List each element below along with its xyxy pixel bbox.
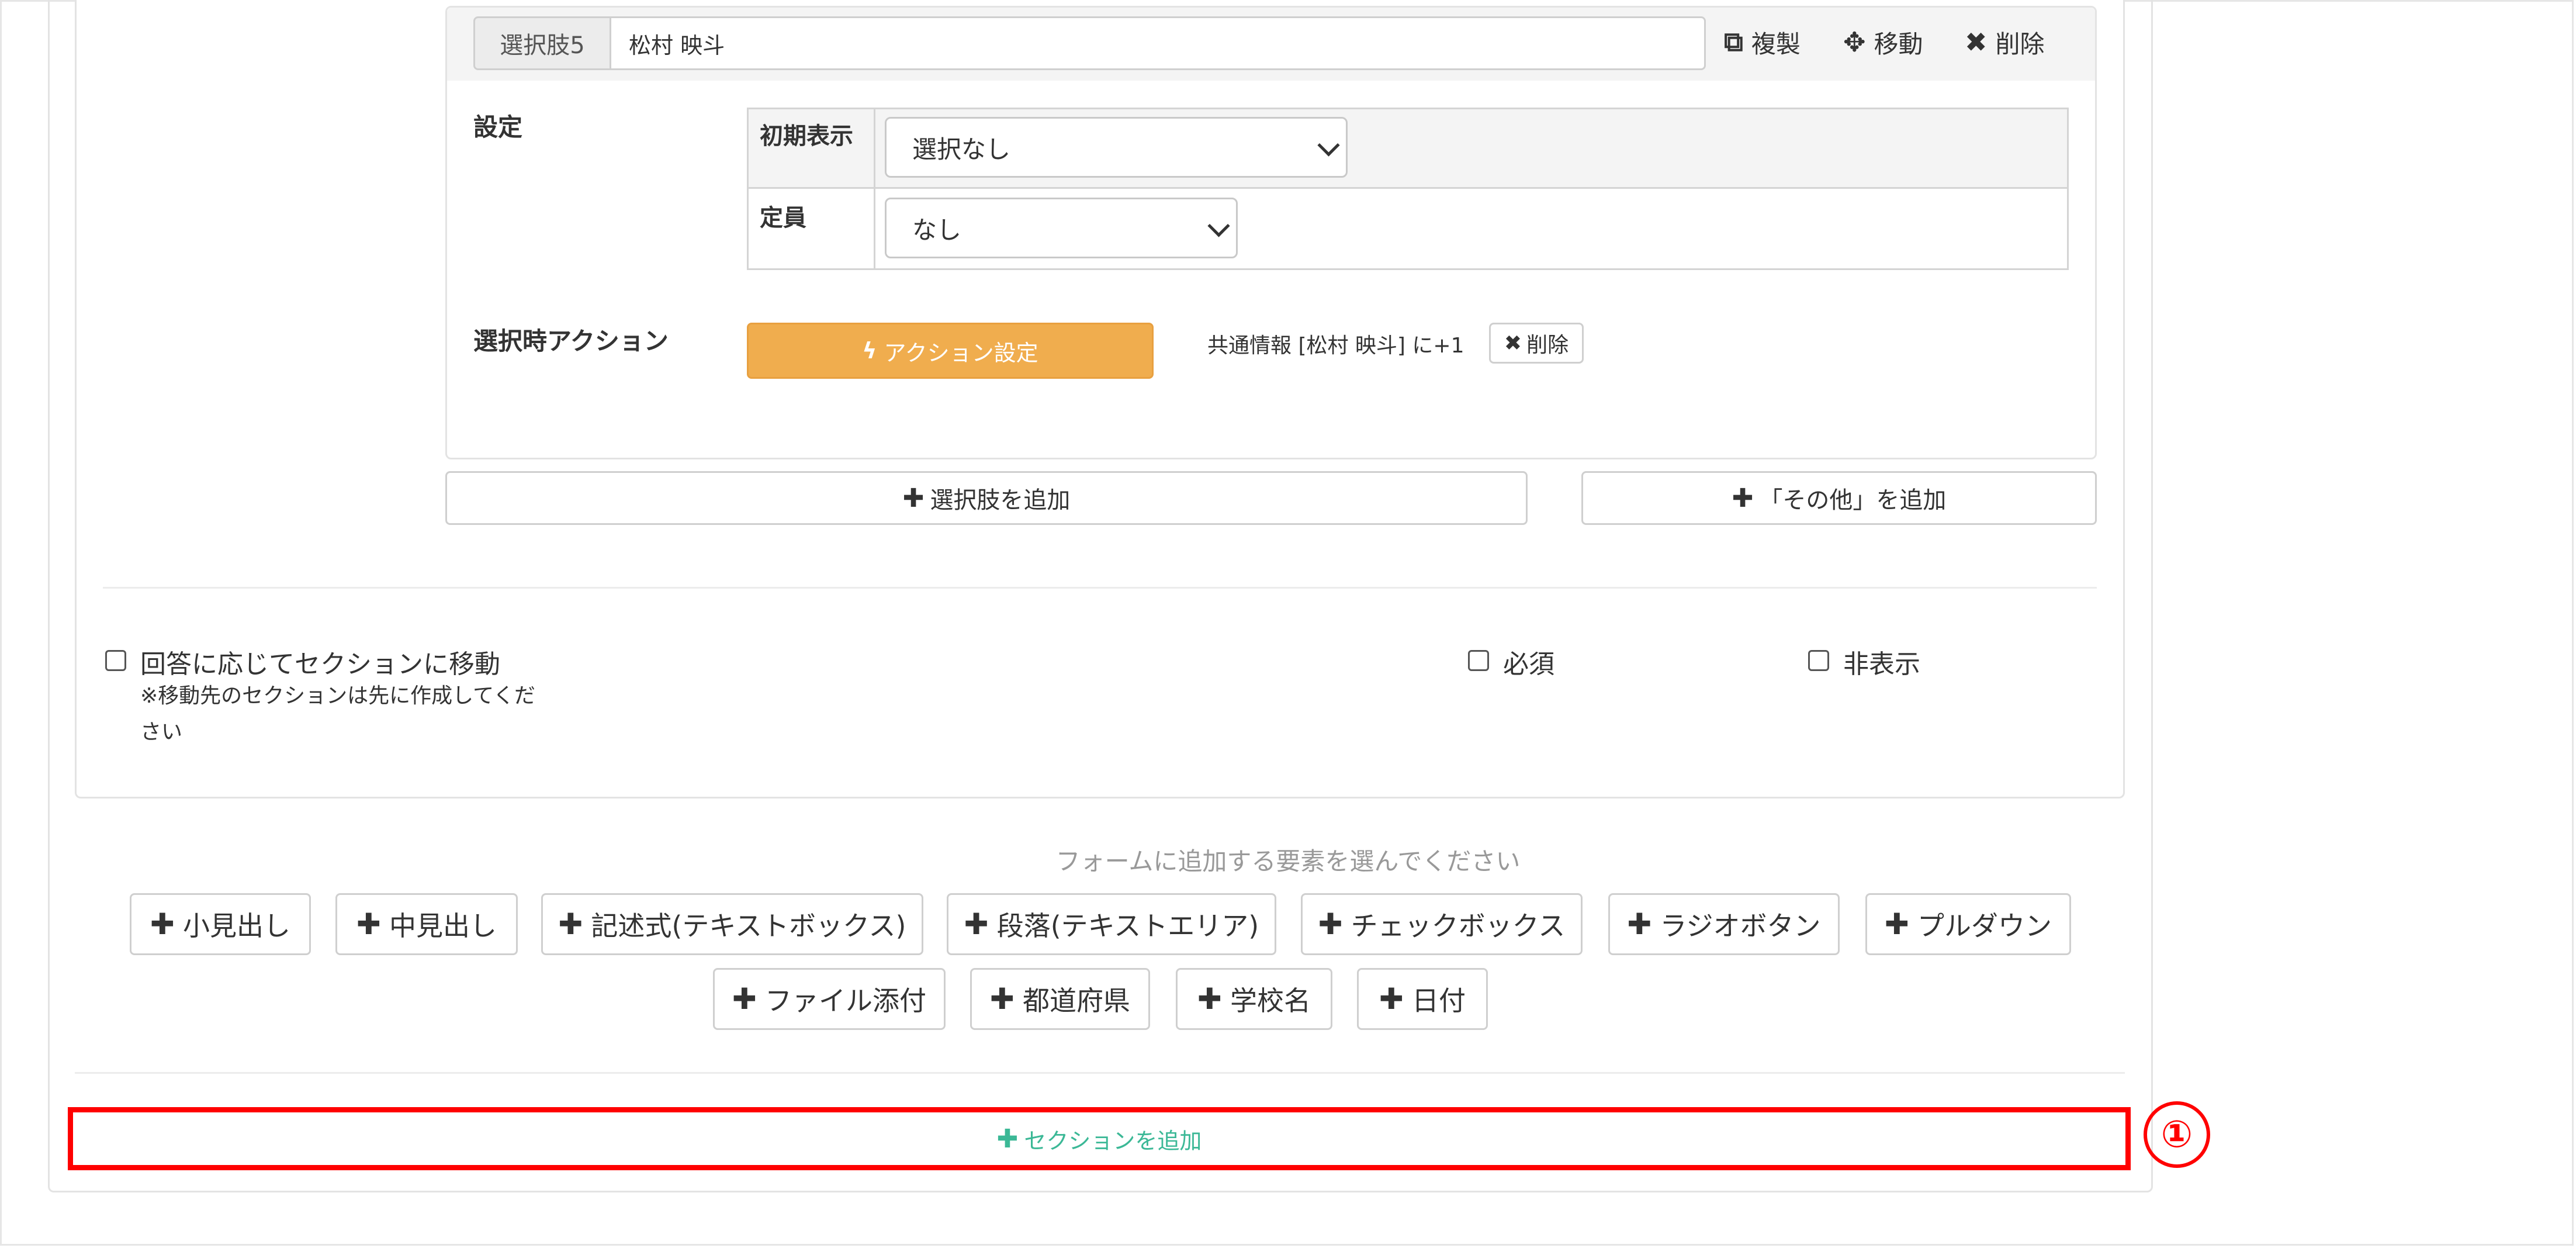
close-icon: ✖ (1965, 26, 1988, 58)
capacity-select[interactable]: なし (885, 198, 1238, 258)
plus-icon: ✚ (964, 907, 989, 941)
add-file-button[interactable]: ✚ ファイル添付 (713, 968, 946, 1030)
section-jump-checkbox[interactable] (105, 650, 126, 671)
plus-icon: ✚ (356, 907, 381, 941)
capacity-value: なし (912, 215, 962, 244)
close-icon: ✖ (1504, 331, 1522, 355)
duplicate-button[interactable]: ⧉ 複製 (1724, 23, 1801, 61)
capacity-label: 定員 (760, 205, 806, 231)
element-label: ラジオボタン (1660, 910, 1821, 942)
element-label: 日付 (1411, 985, 1466, 1017)
action-settings-button[interactable]: ϟ アクション設定 (747, 323, 1154, 379)
plus-icon: ✚ (732, 982, 757, 1016)
add-other-label: 「その他」を追加 (1759, 487, 1947, 514)
settings-label: 設定 (473, 113, 523, 141)
add-choice-button[interactable]: ✚ 選択肢を追加 (445, 471, 1528, 525)
initial-display-select[interactable]: 選択なし (885, 117, 1348, 178)
element-label: 記述式(テキストボックス) (591, 910, 906, 942)
copy-icon: ⧉ (1724, 26, 1743, 57)
add-radio-button[interactable]: ✚ ラジオボタン (1608, 893, 1840, 955)
action-settings-label: アクション設定 (884, 340, 1038, 366)
element-label: プルダウン (1917, 910, 2052, 942)
duplicate-label: 複製 (1751, 29, 1801, 58)
element-label: ファイル添付 (764, 985, 926, 1017)
plus-icon: ✚ (150, 907, 175, 941)
plus-icon: ✚ (558, 907, 583, 941)
required-checkbox[interactable] (1468, 650, 1489, 671)
required-label: 必須 (1503, 649, 1554, 679)
plus-icon: ✚ (902, 483, 925, 513)
bolt-icon: ϟ (862, 338, 877, 364)
hidden-checkbox[interactable] (1808, 650, 1829, 671)
delete-label: 削除 (1995, 29, 2045, 58)
plus-icon: ✚ (1318, 907, 1343, 941)
initial-display-value: 選択なし (912, 134, 1011, 164)
element-label: 都道府県 (1022, 985, 1130, 1017)
chevron-down-icon (1317, 134, 1340, 157)
add-date-button[interactable]: ✚ 日付 (1357, 968, 1488, 1030)
add-school-button[interactable]: ✚ 学校名 (1176, 968, 1332, 1030)
delete-choice-button[interactable]: ✖ 削除 (1965, 23, 2045, 61)
callout-marker: ① (2144, 1101, 2210, 1168)
add-section-button[interactable]: ✚ セクションを追加 (68, 1107, 2131, 1170)
plus-icon: ✚ (1197, 982, 1222, 1016)
add-pulldown-button[interactable]: ✚ プルダウン (1865, 893, 2071, 955)
plus-icon: ✚ (1885, 907, 1909, 941)
settings-divider (874, 108, 875, 270)
element-label: 学校名 (1230, 985, 1311, 1017)
add-subheading-medium-button[interactable]: ✚ 中見出し (335, 893, 518, 955)
element-label: 中見出し (389, 910, 497, 942)
plus-icon: ✚ (990, 982, 1015, 1016)
element-prompt: フォームに追加する要素を選んでください (1055, 847, 1521, 876)
element-label: 段落(テキストエリア) (996, 910, 1259, 942)
add-textarea-button[interactable]: ✚ 段落(テキストエリア) (947, 893, 1276, 955)
add-section-label: セクションを追加 (1024, 1128, 1202, 1154)
divider (75, 1072, 2125, 1074)
move-label: 移動 (1874, 29, 1923, 58)
move-button[interactable]: ✥ 移動 (1843, 23, 1923, 61)
add-choice-label: 選択肢を追加 (930, 487, 1071, 514)
add-prefecture-button[interactable]: ✚ 都道府県 (970, 968, 1150, 1030)
add-subheading-small-button[interactable]: ✚ 小見出し (130, 893, 311, 955)
plus-icon: ✚ (1627, 907, 1652, 941)
hidden-label: 非表示 (1843, 649, 1920, 679)
element-label: 小見出し (182, 910, 290, 942)
action-label: 選択時アクション (473, 327, 669, 355)
chevron-down-icon (1207, 215, 1230, 237)
action-summary: 共通情報 [松村 映斗] に+1 (1207, 334, 1464, 358)
choice-number-label: 選択肢5 (473, 16, 611, 70)
move-icon: ✥ (1843, 26, 1866, 58)
add-textbox-button[interactable]: ✚ 記述式(テキストボックス) (541, 893, 923, 955)
delete-action-label: 削除 (1526, 333, 1569, 357)
plus-icon: ✚ (1732, 483, 1754, 513)
add-checkbox-button[interactable]: ✚ チェックボックス (1301, 893, 1583, 955)
add-other-button[interactable]: ✚ 「その他」を追加 (1581, 471, 2097, 525)
choice-text-input[interactable] (610, 16, 1706, 70)
divider (103, 587, 2097, 589)
element-label: チェックボックス (1351, 910, 1566, 942)
initial-display-label: 初期表示 (760, 123, 853, 150)
plus-icon: ✚ (996, 1123, 1019, 1154)
section-jump-note-line1: ※移動先のセクションは先に作成してくだ (140, 684, 536, 708)
plus-icon: ✚ (1379, 982, 1404, 1016)
section-jump-label: 回答に応じてセクションに移動 (140, 649, 500, 679)
delete-action-button[interactable]: ✖ 削除 (1489, 323, 1584, 364)
section-jump-note-line2: さい (140, 720, 183, 744)
